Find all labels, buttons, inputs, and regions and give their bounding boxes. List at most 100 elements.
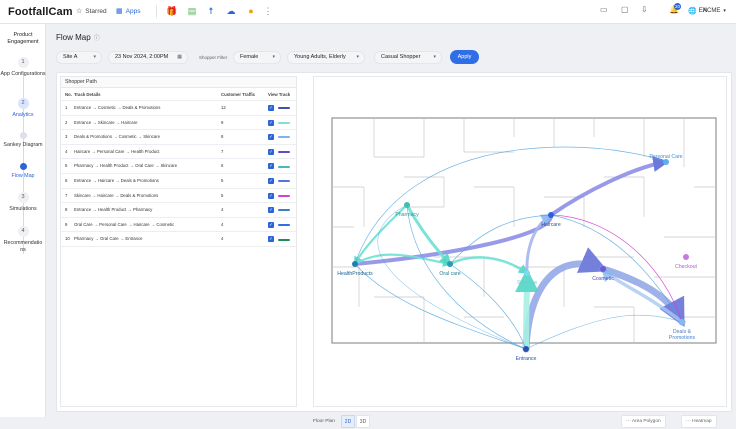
node-entrance[interactable] — [523, 346, 529, 352]
node-haircare[interactable] — [548, 212, 554, 218]
row-no: 2 — [65, 119, 68, 125]
node-label-oral-care: Oral care — [439, 271, 460, 277]
flow-path[interactable] — [406, 204, 527, 350]
header-view: View Track — [268, 92, 291, 97]
node-pharmacy[interactable] — [404, 202, 410, 208]
gender-select[interactable]: Female ▾ — [233, 51, 281, 64]
view-track-checkbox[interactable]: ✓ — [268, 207, 274, 214]
view-track-checkbox[interactable]: ✓ — [268, 177, 274, 184]
step-analytics[interactable]: 2 Analytics — [0, 98, 46, 119]
app-badge-icon[interactable]: ● — [245, 5, 257, 17]
row-track: Entrance → Health Product → Pharmacy — [74, 207, 153, 213]
node-label-health-products: HealthProducts — [337, 271, 373, 277]
app-logo[interactable]: FootfallCam — [8, 6, 73, 18]
node-skincare[interactable] — [524, 270, 530, 276]
site-select[interactable]: Site A ▾ — [56, 51, 102, 64]
row-no: 6 — [65, 177, 68, 183]
node-cosmetic[interactable] — [600, 266, 606, 272]
shopper-path-table: Shopper Path No. Track Details Customer … — [60, 76, 297, 407]
message-icon[interactable]: ▢ — [621, 5, 629, 14]
app-person-icon[interactable]: ☨ — [205, 5, 217, 17]
row-no: 7 — [65, 192, 68, 198]
node-oral-care[interactable] — [447, 261, 453, 267]
view-track-checkbox[interactable]: ✓ — [268, 236, 274, 243]
user-menu[interactable]: ACME ▾ — [703, 8, 726, 14]
table-row[interactable]: 9 Oral Care → Personal Care → Haircare → … — [61, 218, 296, 233]
table-row[interactable]: 1 Entrance → Cosmetic → Deals & Promotion… — [61, 101, 296, 116]
top-bar: FootfallCam ☆ Starred ▦ Apps 🎁 ▤ ☨ ☁ ● ⋮… — [0, 0, 736, 24]
notification-badge: 20 — [674, 3, 681, 10]
chevron-down-icon: ▾ — [433, 54, 436, 60]
table-row[interactable]: 5 Pharmacy → Health Product → Oral Care →… — [61, 159, 296, 174]
table-row[interactable]: 10 Pharmacy → Oral Care → Entrance 4 ✓ — [61, 232, 296, 247]
row-no: 4 — [65, 148, 68, 154]
flow-path[interactable] — [525, 314, 683, 350]
view-track-checkbox[interactable]: ✓ — [268, 105, 274, 111]
view-track-checkbox[interactable]: ✓ — [268, 134, 274, 141]
date-picker[interactable]: 23 Nov 2024, 2:00PM ▦ — [108, 51, 188, 64]
map-controls: Floor Plan 2D 3D ⋯ Area Polygon ⋯ Heatma… — [313, 415, 727, 429]
site-value: Site A — [63, 54, 78, 60]
flow-map[interactable]: Personal Care Pharmacy Haircare Checkout Hea… — [313, 76, 727, 407]
divider — [156, 5, 157, 18]
age-value: Young Adults, Elderly — [294, 54, 346, 60]
nav-apps[interactable]: ▦ Apps — [116, 7, 140, 16]
app-gift-icon[interactable]: 🎁 — [166, 5, 178, 17]
node-checkout[interactable] — [683, 254, 689, 260]
step-sankey-diagram[interactable]: Sankey Diagram — [0, 132, 46, 149]
table-row[interactable]: 6 Entrance → Haircare → Deals & Promotion… — [61, 174, 296, 189]
flow-path[interactable] — [354, 146, 667, 265]
table-row[interactable]: 8 Entrance → Health Product → Pharmacy 4 ✓ — [61, 203, 296, 218]
apply-button[interactable]: Apply — [450, 50, 479, 64]
view-track-checkbox[interactable]: ✓ — [268, 148, 274, 155]
step-label: Sankey Diagram — [3, 142, 43, 148]
row-track: Oral Care → Personal Care → Haircare → C… — [74, 221, 175, 227]
node-deals[interactable] — [679, 319, 685, 325]
screen-icon[interactable]: ▭ — [600, 5, 608, 14]
flow-path[interactable] — [449, 263, 527, 350]
table-row[interactable]: 7 Skincare → Haircare → Deals & Promotion… — [61, 189, 296, 204]
node-health-products[interactable] — [352, 261, 358, 267]
step-dot — [19, 163, 27, 170]
view-track-checkbox[interactable]: ✓ — [268, 163, 274, 170]
app-cloud-icon[interactable]: ☁ — [225, 5, 237, 17]
shopper-type-select[interactable]: Casual Shopper ▾ — [374, 51, 442, 64]
row-traffic: 5 — [221, 177, 224, 183]
track-color-swatch — [278, 180, 290, 183]
more-icon[interactable]: ⋮ — [262, 5, 274, 17]
table-row[interactable]: 3 Deals & Promotions → Cosmetic → Skincar… — [61, 130, 296, 145]
node-label-deals: Deals & Promotions — [669, 329, 696, 341]
step-app-configurations[interactable]: 1 App Configurations — [0, 57, 46, 78]
row-no: 5 — [65, 163, 68, 169]
view-track-checkbox[interactable]: ✓ — [268, 221, 274, 228]
header-no: No. — [65, 92, 72, 97]
step-recommendations[interactable]: 4 Recommendations — [0, 226, 46, 253]
table-row[interactable]: 2 Entrance → Skincare → Haircare 9 ✓ — [61, 116, 296, 131]
table-row[interactable]: 4 Haircare → Personal Care → Health Produ… — [61, 145, 296, 160]
row-traffic: 9 — [221, 119, 224, 125]
age-select[interactable]: Young Adults, Elderly ▾ — [287, 51, 365, 64]
step-dot — [19, 132, 27, 139]
step-label: Analytics — [12, 112, 34, 118]
calendar-icon: ▦ — [177, 54, 182, 60]
flow-path[interactable] — [448, 256, 529, 275]
step-simulations[interactable]: 3 Simulations — [0, 192, 46, 213]
date-value: 23 Nov 2024, 2:00PM — [115, 54, 169, 60]
header-track: Track Details — [74, 92, 101, 97]
node-label-skincare: Skincare — [517, 280, 537, 286]
step-flow-map[interactable]: Flow Map — [0, 163, 46, 180]
chevron-down-icon: ▾ — [356, 54, 359, 60]
view-track-checkbox[interactable]: ✓ — [268, 192, 274, 199]
row-track: Skincare → Haircare → Deals & Promotions — [74, 192, 159, 198]
download-icon[interactable]: ⇩ — [641, 5, 648, 14]
row-track: Deals & Promotions → Cosmetic → Skincare — [74, 134, 160, 140]
row-no: 3 — [65, 134, 68, 140]
nav-starred[interactable]: ☆ Starred — [76, 7, 107, 16]
step-number: 2 — [17, 98, 29, 109]
view-track-checkbox[interactable]: ✓ — [268, 119, 274, 126]
row-no: 8 — [65, 207, 68, 213]
track-color-swatch — [278, 136, 290, 139]
flow-path[interactable] — [377, 204, 527, 350]
app-chart-icon[interactable]: ▤ — [186, 5, 198, 17]
info-icon[interactable]: ⓘ — [94, 36, 100, 42]
